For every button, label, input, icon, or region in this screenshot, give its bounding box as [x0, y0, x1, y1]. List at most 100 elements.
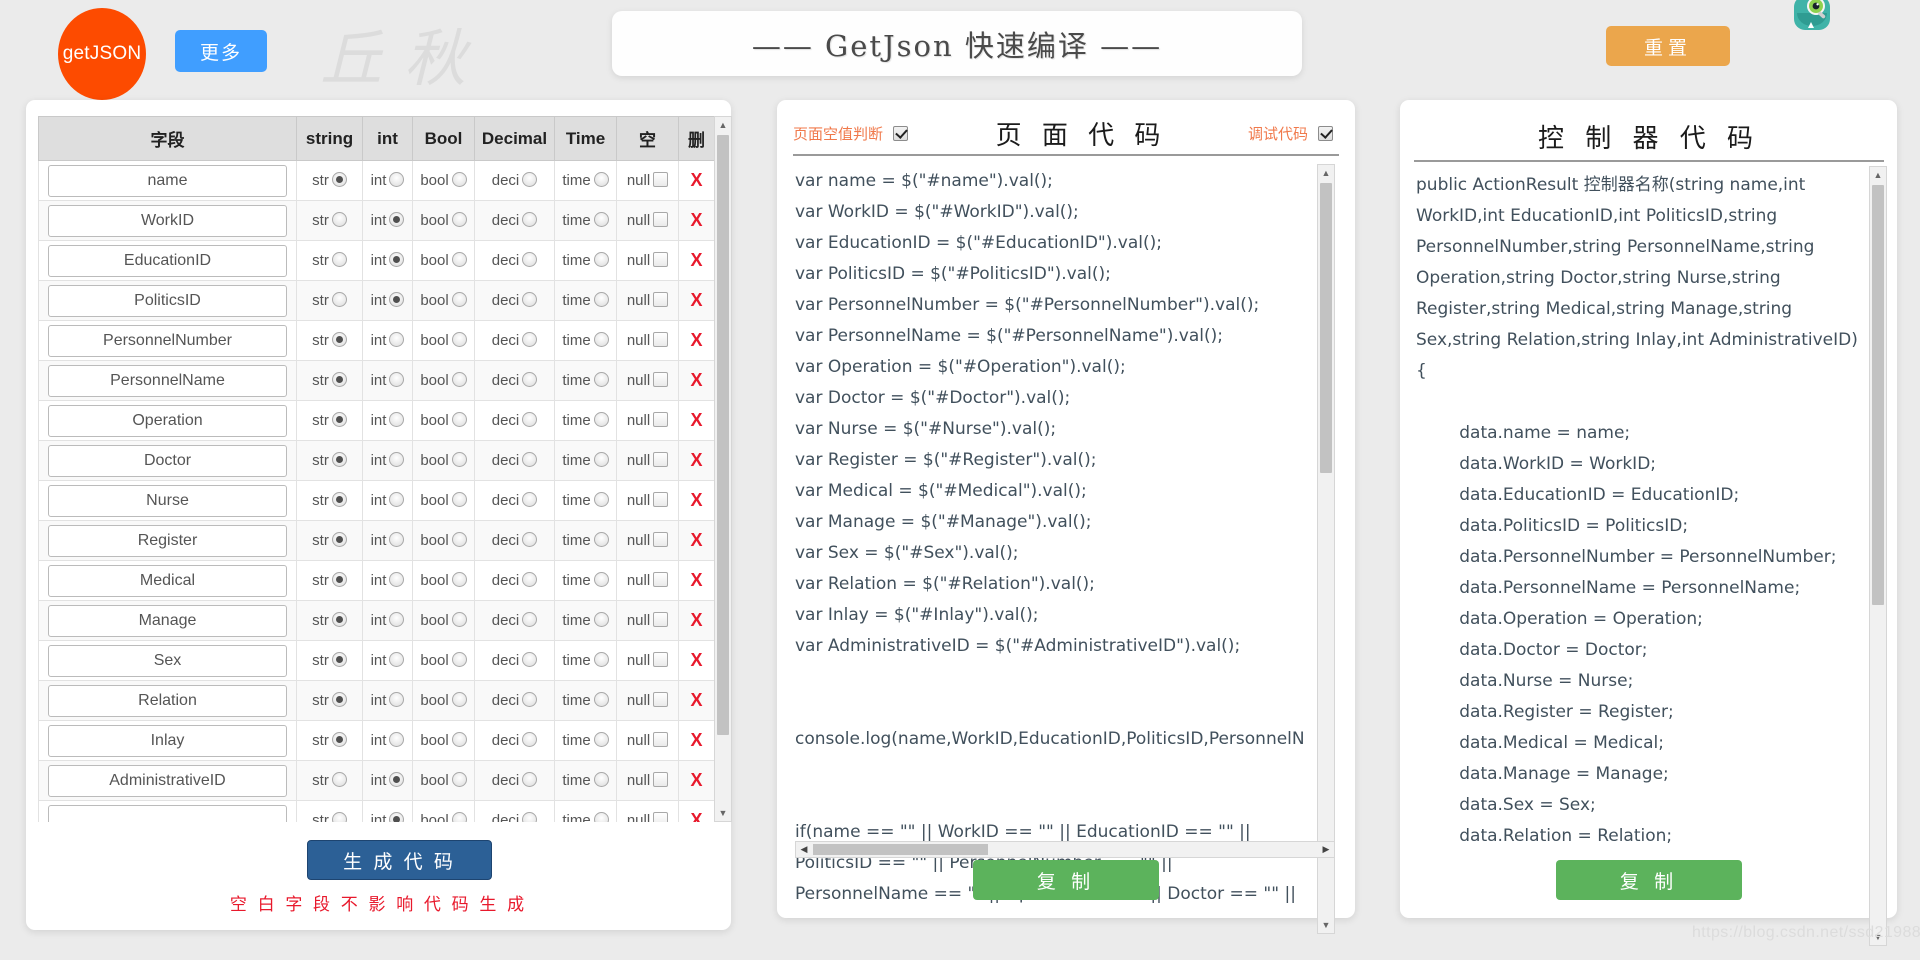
string-radio[interactable]: [331, 652, 347, 667]
delete-row-icon[interactable]: X: [690, 410, 702, 430]
decimal-radio[interactable]: [522, 452, 538, 467]
null-checkbox[interactable]: [653, 612, 669, 627]
null-checkbox[interactable]: [653, 692, 669, 707]
controller-code-vertical-scrollbar[interactable]: ▲ ▼: [1869, 166, 1887, 946]
int-radio[interactable]: [389, 492, 405, 507]
field-name-input[interactable]: [47, 244, 288, 277]
null-checkbox[interactable]: [653, 412, 669, 427]
more-button[interactable]: 更多: [175, 30, 267, 72]
int-radio[interactable]: [389, 812, 405, 822]
field-name-input[interactable]: [47, 284, 288, 317]
null-checkbox[interactable]: [653, 292, 669, 307]
field-name-input[interactable]: [47, 764, 288, 797]
null-checkbox[interactable]: [653, 252, 669, 267]
monster-magnifier-icon[interactable]: [1791, 0, 1833, 34]
delete-row-icon[interactable]: X: [690, 330, 702, 350]
string-radio[interactable]: [331, 332, 347, 347]
null-checkbox[interactable]: [653, 212, 669, 227]
bool-radio[interactable]: [451, 412, 467, 427]
time-radio[interactable]: [593, 452, 609, 467]
field-name-input[interactable]: [47, 604, 288, 637]
decimal-radio[interactable]: [522, 212, 538, 227]
int-radio[interactable]: [389, 412, 405, 427]
int-radio[interactable]: [389, 292, 405, 307]
string-radio[interactable]: [331, 732, 347, 747]
scroll-down-arrow-icon[interactable]: ▼: [715, 805, 731, 821]
controller-code-text[interactable]: public ActionResult 控制器名称(string name,in…: [1416, 170, 1866, 940]
bool-radio[interactable]: [451, 812, 467, 822]
null-checkbox[interactable]: [653, 732, 669, 747]
delete-row-icon[interactable]: X: [690, 810, 702, 822]
string-radio[interactable]: [331, 532, 347, 547]
bool-radio[interactable]: [451, 172, 467, 187]
string-radio[interactable]: [331, 572, 347, 587]
delete-row-icon[interactable]: X: [690, 290, 702, 310]
delete-row-icon[interactable]: X: [690, 210, 702, 230]
decimal-radio[interactable]: [522, 292, 538, 307]
field-name-input[interactable]: [47, 564, 288, 597]
debug-code-checkbox[interactable]: [1318, 125, 1333, 141]
scroll-up-arrow-icon[interactable]: ▲: [715, 117, 731, 133]
string-radio[interactable]: [331, 772, 347, 787]
copy-controller-code-button[interactable]: 复 制: [1556, 860, 1742, 900]
bool-radio[interactable]: [451, 212, 467, 227]
int-radio[interactable]: [389, 172, 405, 187]
scroll-right-arrow-icon[interactable]: ▶: [1318, 842, 1334, 857]
string-radio[interactable]: [331, 692, 347, 707]
delete-row-icon[interactable]: X: [690, 250, 702, 270]
string-radio[interactable]: [331, 172, 347, 187]
string-radio[interactable]: [331, 492, 347, 507]
bool-radio[interactable]: [451, 772, 467, 787]
string-radio[interactable]: [331, 412, 347, 427]
null-checkbox[interactable]: [653, 332, 669, 347]
time-radio[interactable]: [593, 732, 609, 747]
decimal-radio[interactable]: [522, 372, 538, 387]
time-radio[interactable]: [593, 772, 609, 787]
int-radio[interactable]: [389, 692, 405, 707]
int-radio[interactable]: [389, 612, 405, 627]
decimal-radio[interactable]: [522, 812, 538, 822]
null-checkbox[interactable]: [653, 372, 669, 387]
scroll-down-arrow-icon[interactable]: ▼: [1318, 917, 1334, 933]
time-radio[interactable]: [593, 212, 609, 227]
field-name-input[interactable]: [47, 644, 288, 677]
time-radio[interactable]: [593, 332, 609, 347]
scroll-left-arrow-icon[interactable]: ◀: [796, 842, 812, 857]
bool-radio[interactable]: [451, 372, 467, 387]
delete-row-icon[interactable]: X: [690, 650, 702, 670]
bool-radio[interactable]: [451, 692, 467, 707]
string-radio[interactable]: [331, 612, 347, 627]
null-checkbox[interactable]: [653, 452, 669, 467]
decimal-radio[interactable]: [522, 412, 538, 427]
delete-row-icon[interactable]: X: [690, 690, 702, 710]
delete-row-icon[interactable]: X: [690, 570, 702, 590]
time-radio[interactable]: [593, 172, 609, 187]
null-checkbox[interactable]: [653, 772, 669, 787]
scrollbar-thumb[interactable]: [1320, 183, 1332, 473]
int-radio[interactable]: [389, 452, 405, 467]
time-radio[interactable]: [593, 572, 609, 587]
null-checkbox[interactable]: [653, 172, 669, 187]
int-radio[interactable]: [389, 212, 405, 227]
field-name-input[interactable]: [47, 164, 288, 197]
generate-code-button[interactable]: 生 成 代 码: [307, 840, 492, 880]
field-name-input[interactable]: [47, 404, 288, 437]
delete-row-icon[interactable]: X: [690, 530, 702, 550]
field-name-input[interactable]: [47, 484, 288, 517]
bool-radio[interactable]: [451, 452, 467, 467]
int-radio[interactable]: [389, 252, 405, 267]
decimal-radio[interactable]: [522, 772, 538, 787]
bool-radio[interactable]: [451, 292, 467, 307]
time-radio[interactable]: [593, 812, 609, 822]
page-code-horizontal-scrollbar[interactable]: ◀ ▶: [795, 841, 1335, 858]
time-radio[interactable]: [593, 532, 609, 547]
time-radio[interactable]: [593, 612, 609, 627]
decimal-radio[interactable]: [522, 332, 538, 347]
string-radio[interactable]: [331, 812, 347, 822]
delete-row-icon[interactable]: X: [690, 610, 702, 630]
field-name-input[interactable]: [47, 724, 288, 757]
int-radio[interactable]: [389, 732, 405, 747]
scrollbar-thumb[interactable]: [1872, 185, 1884, 605]
decimal-radio[interactable]: [522, 492, 538, 507]
time-radio[interactable]: [593, 252, 609, 267]
